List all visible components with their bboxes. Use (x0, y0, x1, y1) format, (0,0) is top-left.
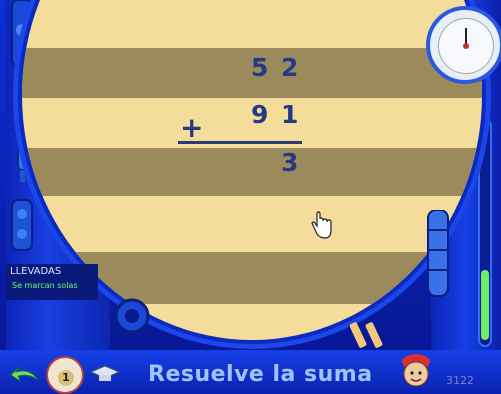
robot-arm-icon (11, 199, 33, 251)
level-badge[interactable]: 1 (46, 356, 84, 394)
pencils-icon (350, 322, 383, 348)
game-frame: 5 2 9 1 + 3 LLEVADAS Se marcan solas 1 R… (0, 0, 501, 394)
instruction-title: Resuelve la suma (148, 362, 373, 387)
digit-bottom-units: 1 (281, 100, 299, 129)
timer-clock (426, 6, 501, 84)
digit-top-units: 2 (281, 53, 299, 82)
level-number: 1 (58, 370, 74, 386)
digit-top-tens: 5 (251, 53, 269, 82)
spring-icon (427, 210, 449, 297)
llevadas-title: LLEVADAS (10, 266, 62, 277)
answer-tens-input[interactable] (251, 150, 273, 176)
hand-cursor-icon (311, 211, 332, 239)
clock-center (463, 43, 469, 49)
plus-sign: + (180, 111, 204, 144)
answer-units-input[interactable]: 3 (281, 150, 298, 175)
score-counter: 3122 (446, 374, 474, 387)
gear-icon (114, 298, 150, 334)
graduation-cap-icon[interactable] (90, 364, 120, 386)
sum-line (178, 141, 302, 144)
character-icon[interactable] (398, 352, 434, 390)
back-arrow-icon[interactable] (10, 364, 40, 386)
digit-bottom-tens: 9 (251, 100, 269, 129)
llevadas-option-label[interactable]: Se marcan solas (12, 281, 78, 290)
llevadas-panel: LLEVADAS Se marcan solas (6, 264, 98, 300)
